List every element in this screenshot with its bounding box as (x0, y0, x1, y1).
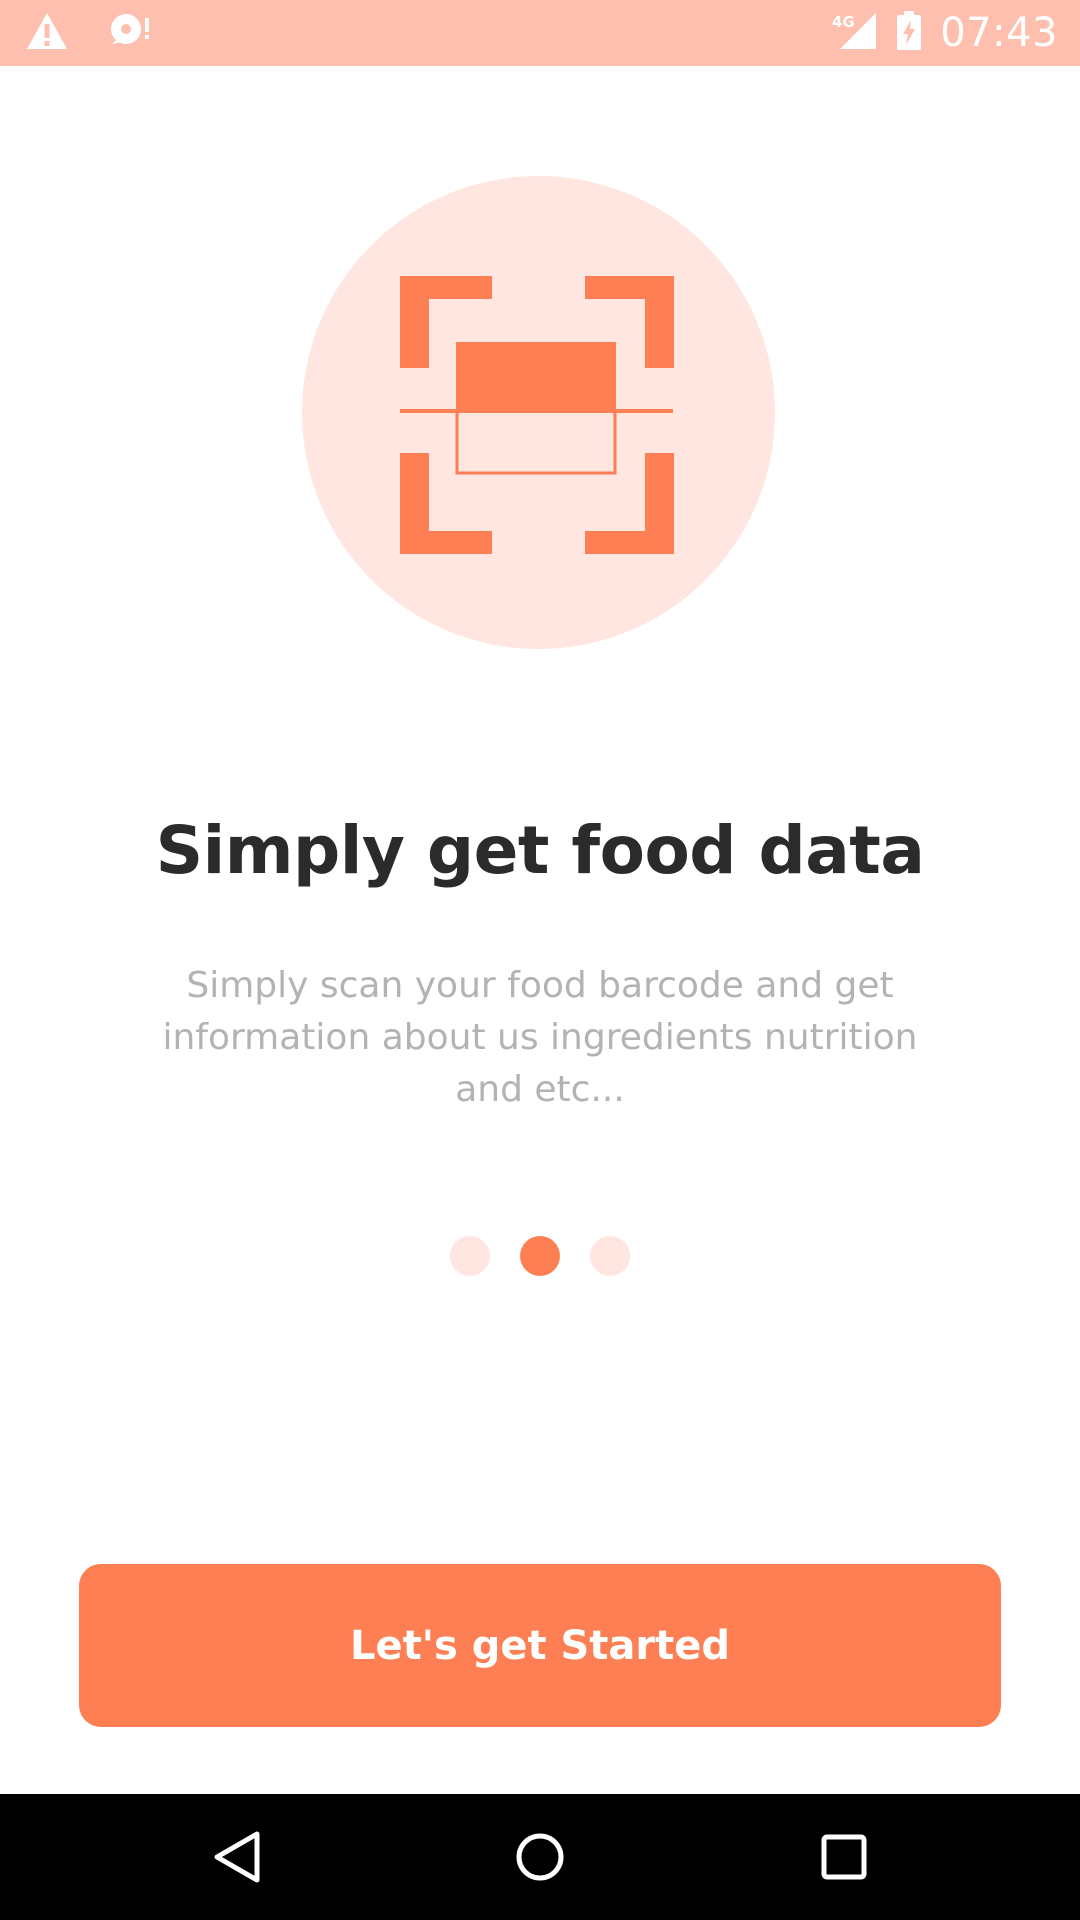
notification-icon (108, 12, 152, 54)
home-icon (516, 1833, 564, 1881)
status-time: 07:43 (940, 10, 1058, 56)
onboarding-description: Simply scan your food barcode and get in… (162, 965, 918, 1110)
barcode-scanner-icon (400, 276, 674, 554)
status-bar: 4G 07:43 (0, 0, 1080, 66)
page-indicator (0, 1236, 1080, 1276)
warning-icon (26, 12, 68, 54)
onboarding-screen: 4G 07:43 Simply get food data Simply sca… (0, 0, 1080, 1920)
recents-button[interactable] (811, 1824, 877, 1890)
status-left-icons (26, 12, 152, 54)
navigation-bar (0, 1794, 1080, 1920)
network-type-label: 4G (832, 13, 855, 31)
page-dot-1[interactable] (450, 1236, 490, 1276)
signal-icon: 4G (830, 11, 878, 55)
battery-charging-icon (896, 11, 922, 55)
home-button[interactable] (507, 1824, 573, 1890)
page-dot-2-active[interactable] (520, 1236, 560, 1276)
page-dot-3[interactable] (590, 1236, 630, 1276)
get-started-button[interactable]: Let's get Started (79, 1564, 1001, 1727)
onboarding-title: Simply get food data (155, 812, 925, 889)
back-icon (214, 1831, 260, 1883)
recents-icon (821, 1834, 867, 1880)
status-right-icons: 4G 07:43 (830, 8, 1058, 58)
back-button[interactable] (204, 1824, 270, 1890)
